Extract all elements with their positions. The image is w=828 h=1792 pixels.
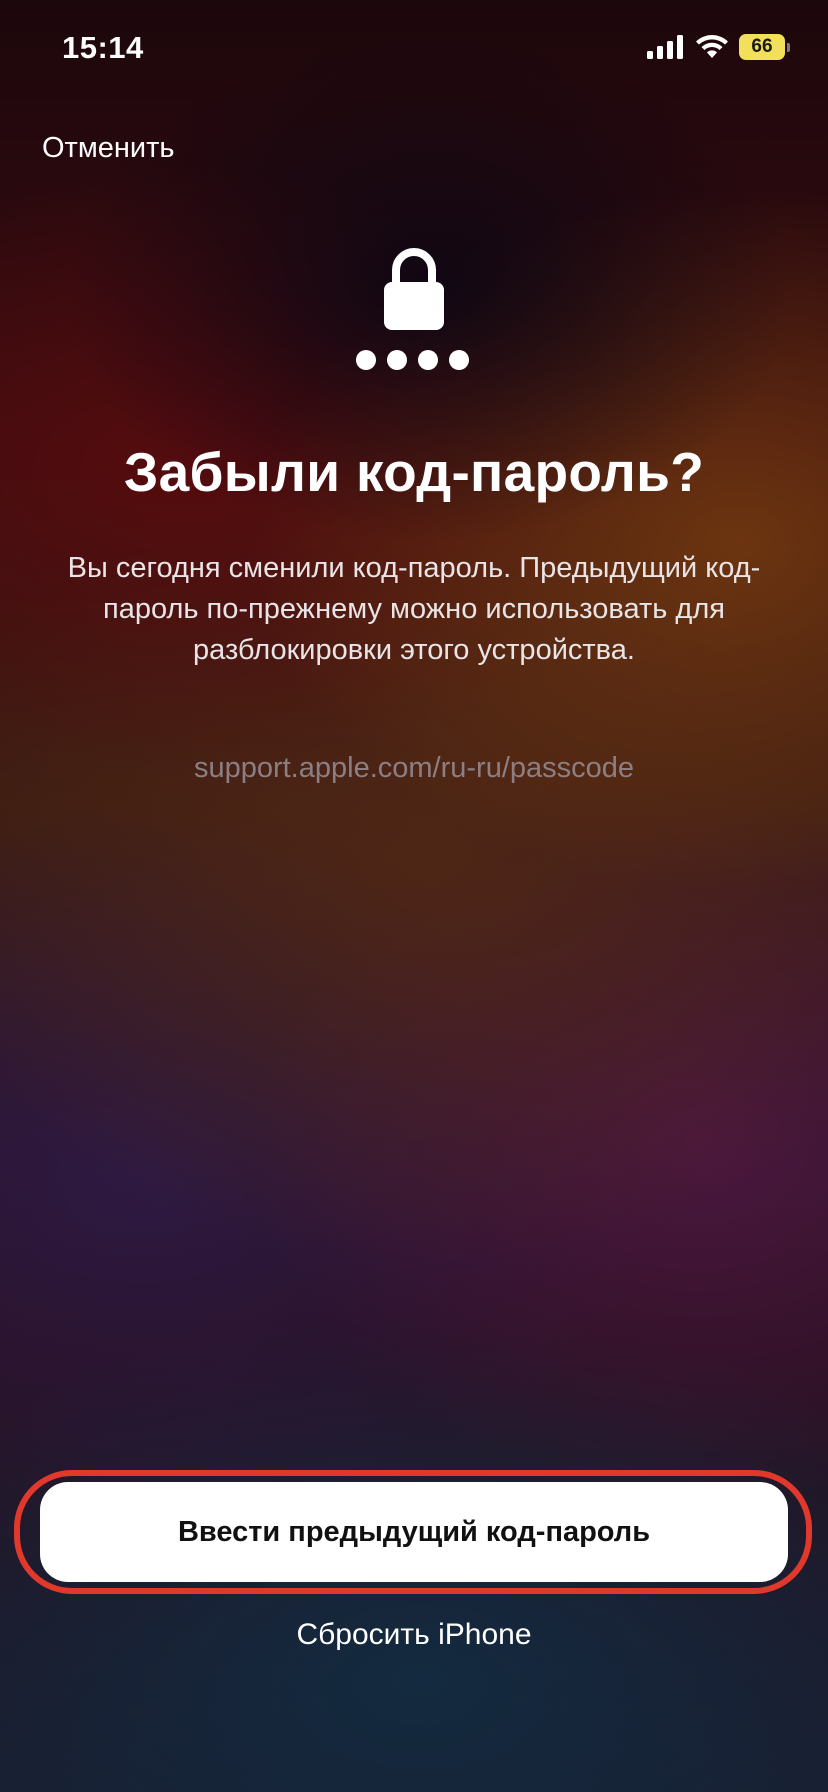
passcode-dots-icon bbox=[356, 350, 469, 370]
reset-iphone-button[interactable]: Сбросить iPhone bbox=[0, 1618, 828, 1652]
passcode-dot bbox=[387, 350, 407, 370]
status-bar: 15:14 66 bbox=[0, 0, 828, 100]
battery-level: 66 bbox=[739, 34, 785, 60]
description-text: Вы сегодня сменили код-пароль. Предыдущи… bbox=[67, 552, 761, 666]
passcode-dot bbox=[418, 350, 438, 370]
status-time: 15:14 bbox=[62, 30, 144, 65]
passcode-dot bbox=[449, 350, 469, 370]
cancel-button[interactable]: Отменить bbox=[42, 132, 175, 165]
lock-icon bbox=[384, 248, 444, 330]
enter-previous-passcode-button[interactable]: Ввести предыдущий код-пароль bbox=[40, 1482, 788, 1582]
forgot-passcode-screen: 15:14 66 Отменить Забыли код-пароль? Вы … bbox=[0, 0, 828, 1792]
battery-icon: 66 bbox=[739, 34, 790, 60]
passcode-dot bbox=[356, 350, 376, 370]
status-icons: 66 bbox=[647, 34, 790, 60]
cellular-signal-icon bbox=[647, 35, 683, 59]
wifi-icon bbox=[696, 35, 728, 58]
support-link[interactable]: support.apple.com/ru-ru/passcode bbox=[0, 752, 828, 785]
battery-cap bbox=[787, 42, 790, 52]
page-title: Забыли код-пароль? bbox=[123, 441, 705, 503]
